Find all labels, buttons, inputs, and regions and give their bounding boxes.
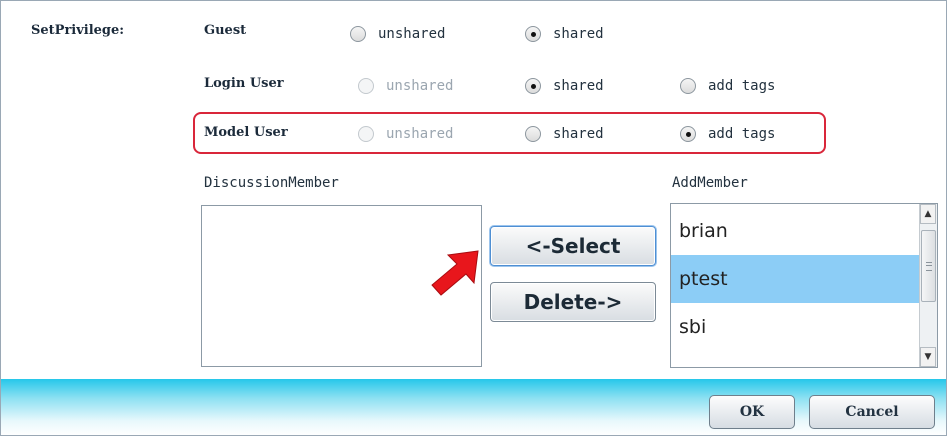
option-label: shared	[553, 26, 604, 42]
scroll-down-icon[interactable]: ▼	[920, 347, 936, 367]
login-unshared-option: unshared	[358, 78, 453, 94]
option-label: add tags	[708, 126, 776, 142]
delete-button[interactable]: Delete->	[490, 282, 656, 322]
scrollbar-thumb[interactable]	[921, 230, 936, 302]
role-label-model-user: Model User	[204, 125, 288, 140]
add-member-label: AddMember	[672, 175, 748, 191]
option-label: unshared	[386, 126, 454, 142]
select-button[interactable]: <-Select	[490, 226, 656, 266]
set-privilege-label: SetPrivilege:	[31, 23, 125, 38]
login-add-tags-option[interactable]: add tags	[680, 78, 775, 94]
model-add-tags-option[interactable]: add tags	[680, 126, 775, 142]
dialog-footer	[1, 379, 946, 435]
radio-icon[interactable]	[525, 126, 541, 142]
option-label: shared	[553, 126, 604, 142]
role-label-login-user: Login User	[204, 76, 284, 91]
guest-unshared-option[interactable]: unshared	[350, 26, 445, 42]
red-arrow-icon	[431, 250, 479, 296]
option-label: unshared	[386, 78, 454, 94]
radio-icon[interactable]	[680, 78, 696, 94]
add-member-list[interactable]: brian ptest sbi ▲ ▼	[670, 203, 938, 368]
privilege-dialog: SetPrivilege: Guest unshared shared Logi…	[0, 0, 947, 436]
discussion-member-label: DiscussionMember	[204, 175, 339, 191]
add-member-scrollbar[interactable]: ▲ ▼	[919, 204, 937, 367]
option-label: unshared	[378, 26, 446, 42]
option-label: add tags	[708, 78, 776, 94]
role-label-guest: Guest	[204, 23, 247, 38]
list-item[interactable]: sbi	[671, 303, 937, 351]
scroll-up-icon[interactable]: ▲	[920, 204, 936, 224]
guest-shared-option[interactable]: shared	[525, 26, 604, 42]
option-label: shared	[553, 78, 604, 94]
ok-button[interactable]: OK	[709, 395, 795, 429]
radio-selected-icon[interactable]	[525, 26, 541, 42]
radio-selected-icon[interactable]	[680, 126, 696, 142]
model-unshared-option: unshared	[358, 126, 453, 142]
radio-selected-icon[interactable]	[525, 78, 541, 94]
radio-disabled-icon	[358, 126, 374, 142]
list-item-selected[interactable]: ptest	[671, 255, 937, 303]
radio-disabled-icon	[358, 78, 374, 94]
grip-icon	[925, 261, 932, 271]
model-shared-option[interactable]: shared	[525, 126, 604, 142]
login-shared-option[interactable]: shared	[525, 78, 604, 94]
list-item[interactable]: brian	[671, 207, 937, 255]
cancel-button[interactable]: Cancel	[809, 395, 935, 429]
radio-icon[interactable]	[350, 26, 366, 42]
